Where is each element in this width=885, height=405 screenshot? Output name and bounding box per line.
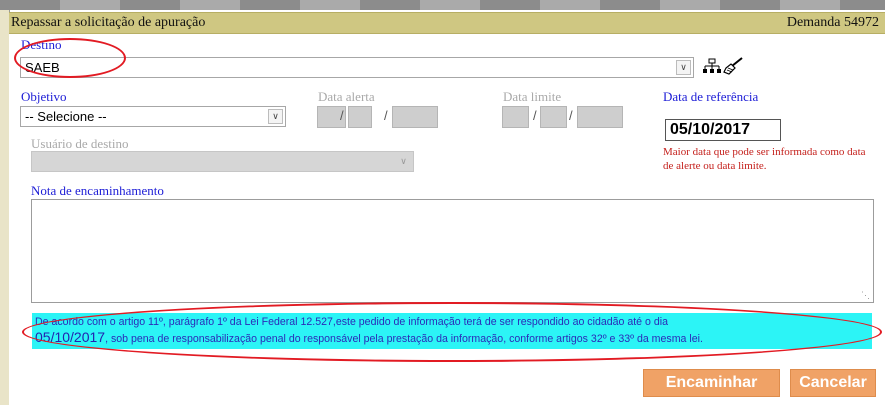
usuario-destino-label: Usuário de destino [31, 136, 129, 151]
org-chart-icon[interactable] [702, 58, 722, 81]
date-separator: / [569, 108, 573, 123]
date-separator: / [340, 108, 344, 123]
broom-icon[interactable] [723, 57, 743, 80]
resize-handle-icon[interactable]: ⋱ [861, 290, 870, 301]
chevron-down-icon[interactable]: ∨ [676, 60, 691, 75]
forward-request-dialog: Repassar a solicitação de apuração Deman… [9, 12, 885, 405]
date-separator: / [533, 108, 537, 123]
destino-annotation-circle [14, 38, 126, 78]
data-limite-day[interactable] [502, 106, 529, 128]
objetivo-select[interactable]: -- Selecione -- ∨ [20, 106, 286, 127]
demanda-number: Demanda 54972 [786, 15, 879, 30]
data-alerta-year[interactable] [392, 106, 438, 128]
objetivo-label: Objetivo [21, 89, 67, 104]
background-toolbar-strip [0, 0, 885, 10]
encaminhar-button[interactable]: Encaminhar [643, 369, 780, 397]
data-alerta-label: Data alerta [318, 89, 375, 104]
data-limite-year[interactable] [577, 106, 623, 128]
chevron-down-icon: ∨ [396, 154, 411, 169]
data-alerta-month[interactable] [348, 106, 372, 128]
dialog-titlebar[interactable]: Repassar a solicitação de apuração Deman… [9, 12, 885, 34]
cancelar-button[interactable]: Cancelar [790, 369, 876, 397]
chevron-down-icon[interactable]: ∨ [268, 109, 283, 124]
usuario-destino-select[interactable]: ∨ [31, 151, 414, 172]
data-limite-label: Data limite [503, 89, 562, 104]
data-referencia-hint: Maior data que pode ser informada como d… [663, 146, 866, 172]
legal-annotation-circle [22, 302, 882, 362]
data-referencia-field[interactable]: 05/10/2017 [665, 119, 781, 141]
date-separator: / [384, 108, 388, 123]
data-limite-month[interactable] [540, 106, 567, 128]
objetivo-value: -- Selecione -- [25, 109, 107, 124]
dialog-title: Repassar a solicitação de apuração [11, 15, 206, 30]
nota-textarea[interactable]: ⋱ [31, 199, 874, 303]
data-referencia-label: Data de referência [663, 89, 759, 104]
nota-label: Nota de encaminhamento [31, 183, 164, 198]
